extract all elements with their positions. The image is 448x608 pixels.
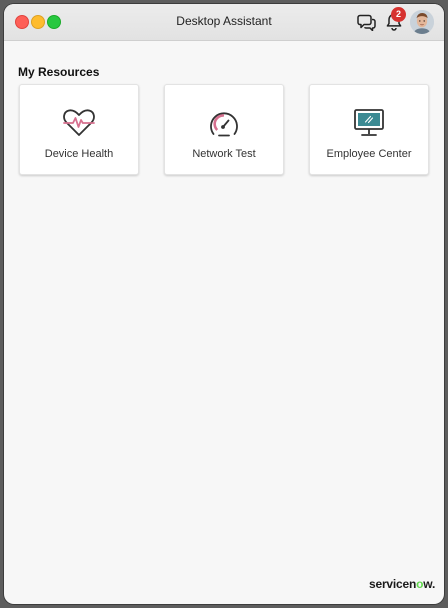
resource-card-label: Network Test bbox=[192, 148, 256, 160]
resource-card-device-health[interactable]: Device Health bbox=[19, 84, 139, 175]
resource-card-network-test[interactable]: Network Test bbox=[164, 84, 284, 175]
section-title: My Resources bbox=[18, 65, 100, 79]
speedometer-icon bbox=[165, 107, 283, 139]
title-bar: Desktop Assistant 2 bbox=[4, 4, 444, 41]
servicenow-logo: servicenow. bbox=[369, 577, 436, 591]
app-window: Desktop Assistant 2 My Resources Device … bbox=[4, 4, 444, 604]
user-avatar[interactable] bbox=[410, 10, 434, 34]
notification-count-badge: 2 bbox=[391, 7, 406, 22]
resource-card-label: Employee Center bbox=[326, 148, 412, 160]
chat-icon[interactable] bbox=[357, 13, 377, 32]
heart-pulse-icon bbox=[20, 107, 138, 139]
monitor-icon bbox=[310, 107, 428, 139]
window-title: Desktop Assistant bbox=[176, 14, 272, 28]
resource-card-label: Device Health bbox=[44, 148, 114, 160]
resource-card-employee-center[interactable]: Employee Center bbox=[309, 84, 429, 175]
